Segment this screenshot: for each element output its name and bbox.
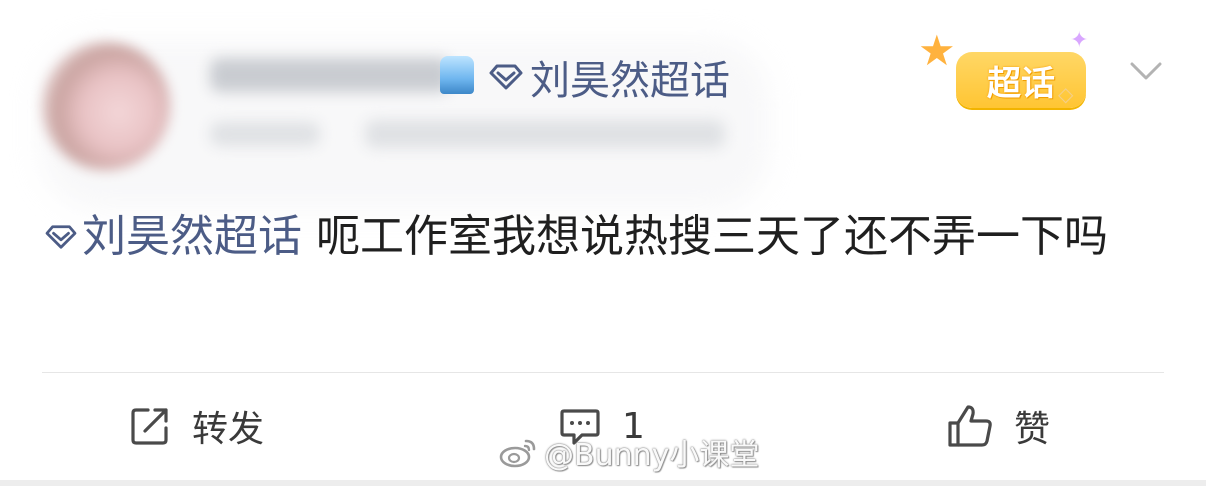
member-badge-icon bbox=[440, 56, 474, 94]
badge-diamond-icon: ◇ bbox=[1058, 82, 1074, 106]
post-text: 呃工作室我想说热搜三天了还不弄一下吗 bbox=[302, 211, 1108, 262]
divider bbox=[42, 372, 1164, 373]
bottom-separator bbox=[0, 480, 1206, 486]
like-label: 赞 bbox=[1014, 409, 1051, 450]
sparkle-icon: ✦ bbox=[1070, 28, 1089, 53]
chevron-down-icon[interactable] bbox=[1126, 56, 1166, 86]
star-icon: ★ bbox=[918, 26, 956, 75]
repost-label: 转发 bbox=[192, 409, 265, 450]
header-topic-link[interactable]: 刘昊然超话 bbox=[488, 52, 730, 104]
blurred-post-source bbox=[365, 120, 725, 148]
blurred-username[interactable] bbox=[210, 58, 450, 92]
blurred-post-time bbox=[210, 122, 320, 146]
share-icon bbox=[131, 408, 168, 445]
like-button[interactable]: 赞 bbox=[946, 398, 1050, 454]
super-topic-badge[interactable]: ★ ✦ 超话 ◇ bbox=[918, 28, 1108, 118]
repost-button[interactable]: 转发 bbox=[128, 398, 264, 454]
diamond-icon bbox=[45, 225, 77, 249]
watermark-text: @Bunny小课堂 bbox=[544, 438, 760, 473]
thumbs-up-icon bbox=[948, 405, 992, 447]
post-content: 刘昊然超话 呃工作室我想说热搜三天了还不弄一下吗 bbox=[44, 206, 1164, 268]
header-topic-name: 刘昊然超话 bbox=[530, 58, 730, 104]
diamond-icon bbox=[489, 64, 523, 90]
weibo-post-card: 刘昊然超话 ★ ✦ 超话 ◇ 刘昊然超话 呃工作室我想说热搜三天了还不弄一下吗 … bbox=[0, 0, 1206, 486]
post-topic-name: 刘昊然超话 bbox=[82, 211, 302, 262]
weibo-logo-icon bbox=[499, 439, 536, 468]
watermark: @Bunny小课堂 bbox=[498, 432, 760, 473]
post-topic-link[interactable]: 刘昊然超话 bbox=[44, 206, 302, 268]
avatar[interactable] bbox=[42, 42, 170, 170]
